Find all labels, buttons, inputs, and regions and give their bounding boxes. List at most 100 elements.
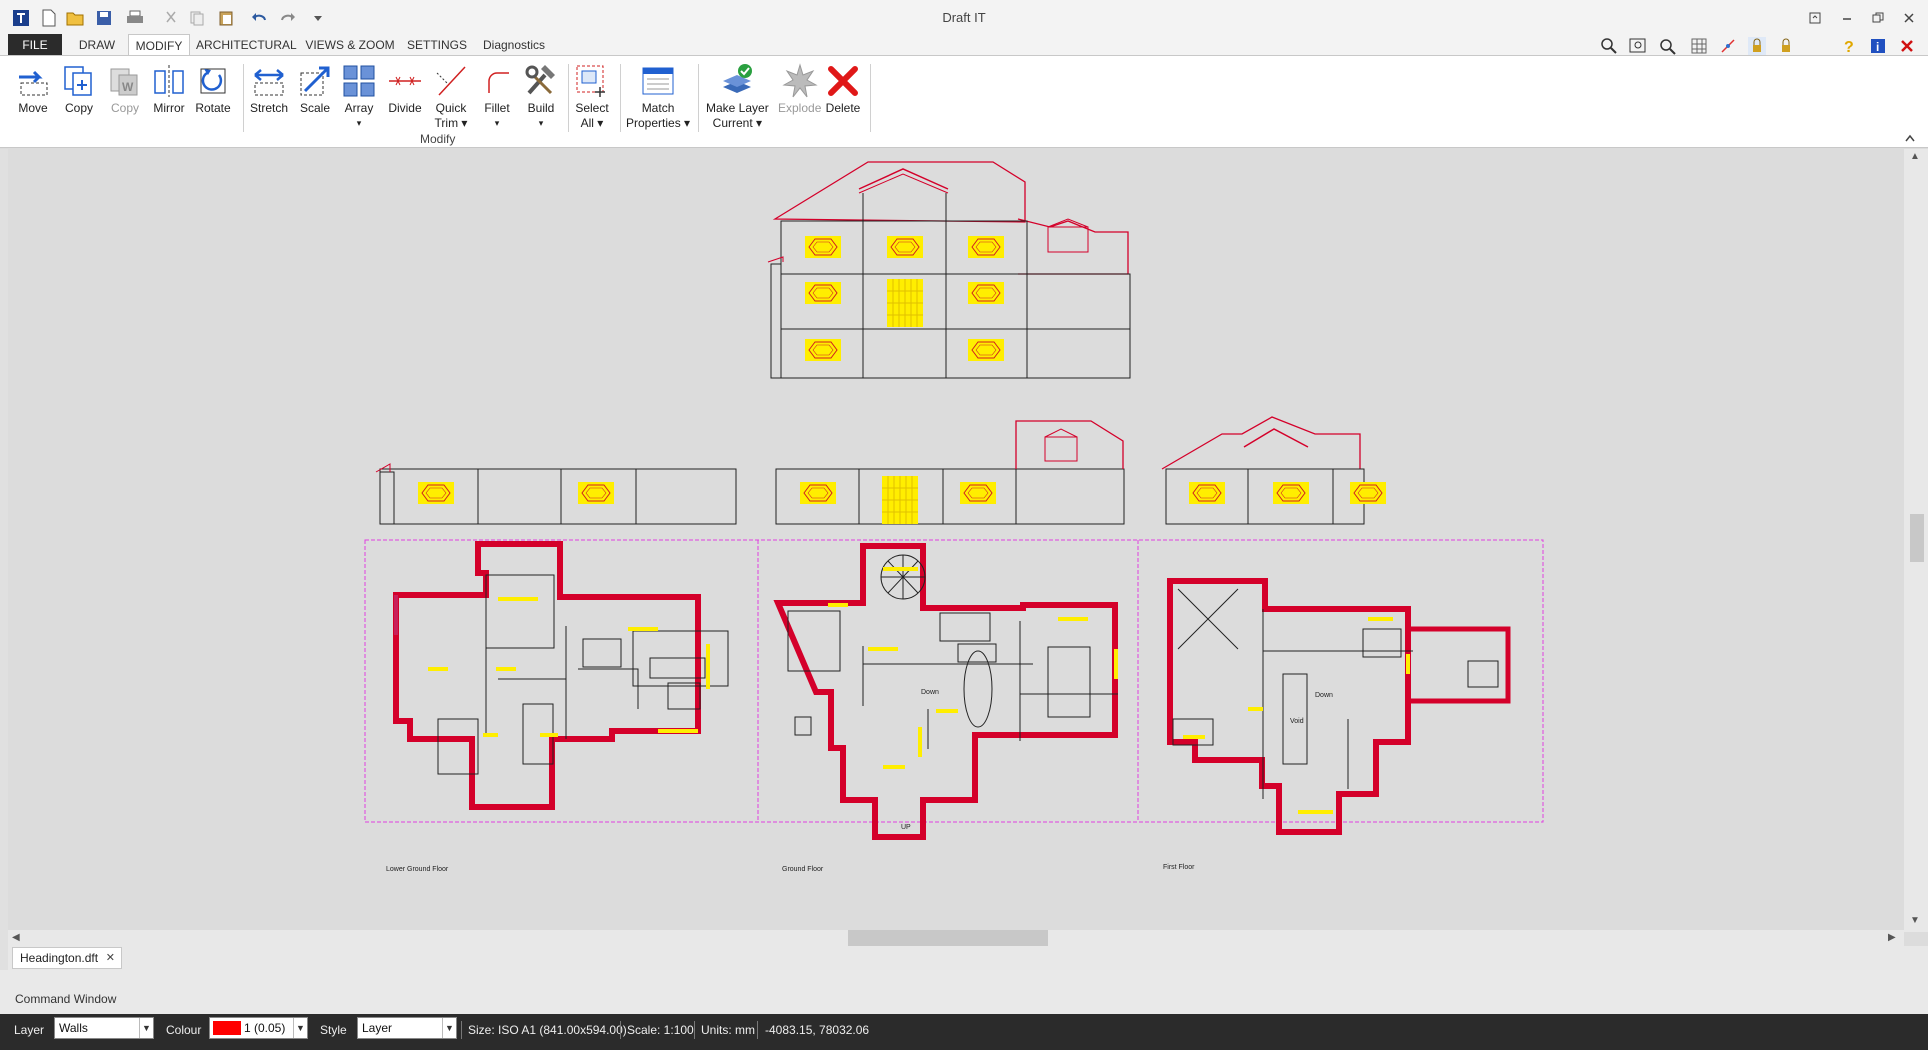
scroll-right-icon[interactable]: ▶ — [1888, 932, 1896, 943]
svg-text:Down: Down — [921, 689, 939, 696]
drawing-scale: Scale: 1:100 — [627, 1023, 694, 1037]
quick-trim-button[interactable]: Quick Trim ▾ — [432, 62, 470, 132]
title-bar: Draft IT — [0, 0, 1928, 36]
ribbon-separator — [243, 64, 244, 132]
elevation-rear — [1161, 416, 1387, 525]
vertical-scrollbar[interactable]: ▲ ▼ — [1904, 149, 1928, 932]
tab-draw[interactable]: DRAW — [68, 34, 126, 56]
lock-icon[interactable] — [1748, 37, 1766, 55]
tab-file[interactable]: FILE — [8, 34, 62, 56]
rotate-icon — [194, 62, 232, 100]
stretch-icon — [250, 62, 288, 100]
scroll-up-icon[interactable]: ▲ — [1910, 151, 1920, 162]
mirror-button[interactable]: Mirror — [150, 62, 188, 132]
make-layer-current-icon — [718, 62, 756, 100]
status-separator — [757, 1021, 758, 1039]
zoom-previous-icon[interactable] — [1658, 37, 1676, 55]
document-tab[interactable]: Headington.dft ✕ — [12, 947, 122, 969]
rotate-button[interactable]: Rotate — [194, 62, 232, 132]
move-button[interactable]: Move — [14, 62, 52, 132]
svg-text:First Floor: First Floor — [1163, 864, 1195, 871]
copy-to-word-button[interactable]: W Copy — [106, 62, 144, 132]
move-icon — [14, 62, 52, 100]
horizontal-scroll-thumb[interactable] — [848, 930, 1048, 946]
document-tab-title: Headington.dft — [20, 951, 99, 965]
lock-alt-icon[interactable] — [1777, 37, 1795, 55]
scroll-left-icon[interactable]: ◀ — [12, 932, 20, 943]
ribbon-display-icon[interactable] — [1800, 6, 1830, 30]
colour-dropdown[interactable]: 1 (0.05) ▼ — [209, 1017, 308, 1039]
restore-button[interactable] — [1863, 6, 1893, 30]
close-button[interactable] — [1894, 6, 1924, 30]
colour-label: Colour — [166, 1023, 202, 1037]
svg-text:Lower Ground Floor: Lower Ground Floor — [386, 866, 449, 873]
tab-settings[interactable]: SETTINGS — [404, 34, 470, 56]
plan-lower-ground: Lower Ground Floor — [386, 541, 729, 873]
scale-icon — [296, 62, 334, 100]
cursor-coordinates: -4083.15, 78032.06 — [765, 1023, 870, 1037]
select-all-icon — [573, 62, 611, 100]
svg-text:Ground Floor: Ground Floor — [782, 866, 824, 873]
array-button[interactable]: Array ▾ — [340, 62, 378, 132]
elevation-side-left — [375, 463, 737, 525]
document-tab-bar: Headington.dft ✕ — [8, 946, 1928, 970]
zoom-window-icon[interactable] — [1600, 37, 1618, 55]
ribbon-separator — [620, 64, 621, 132]
svg-text:?: ? — [1844, 39, 1854, 55]
svg-text:i: i — [1876, 40, 1879, 54]
fillet-button[interactable]: Fillet ▾ — [478, 62, 516, 132]
mirror-icon — [150, 62, 188, 100]
scroll-down-icon[interactable]: ▼ — [1910, 915, 1920, 926]
window-title: Draft IT — [942, 10, 986, 25]
match-properties-icon — [639, 62, 677, 100]
grid-icon[interactable] — [1690, 37, 1708, 55]
explode-button[interactable]: Explode — [778, 62, 821, 132]
tab-views-zoom[interactable]: VIEWS & ZOOM — [304, 34, 396, 56]
make-layer-current-button[interactable]: Make Layer Current ▾ — [706, 62, 769, 132]
zoom-extents-icon[interactable] — [1629, 37, 1647, 55]
delete-icon — [824, 62, 862, 100]
collapse-ribbon-icon[interactable] — [1904, 132, 1916, 146]
build-button[interactable]: Build ▾ — [522, 62, 560, 132]
style-dropdown[interactable]: Layer ▼ — [357, 1017, 457, 1039]
scale-button[interactable]: Scale — [296, 62, 334, 132]
colour-swatch — [213, 1021, 241, 1035]
status-separator — [461, 1021, 462, 1039]
command-window[interactable]: Command Window — [0, 970, 1928, 1014]
sheet-size: Size: ISO A1 (841.00x594.00) — [468, 1023, 627, 1037]
copy-icon — [60, 62, 98, 100]
build-tools-icon — [522, 62, 560, 100]
drawing-canvas[interactable]: Lower Ground Floor Ground Floor Down UP … — [8, 149, 1904, 932]
exit-icon[interactable] — [1898, 37, 1916, 55]
select-all-button[interactable]: Select All ▾ — [573, 62, 611, 132]
minimize-button[interactable] — [1832, 6, 1862, 30]
divide-button[interactable]: Divide — [386, 62, 424, 132]
command-window-label: Command Window — [15, 992, 117, 1006]
copy-button[interactable]: Copy — [60, 62, 98, 132]
tab-diagnostics[interactable]: Diagnostics — [478, 34, 550, 56]
chevron-down-icon: ▼ — [293, 1018, 307, 1038]
svg-text:Void: Void — [1290, 718, 1304, 725]
explode-icon — [781, 62, 819, 100]
plan-first: First Floor Down Void — [1163, 578, 1511, 871]
snap-icon[interactable] — [1719, 37, 1737, 55]
tab-modify[interactable]: MODIFY — [128, 34, 190, 56]
ribbon-tab-bar: FILE DRAW MODIFY ARCHITECTURAL VIEWS & Z… — [0, 34, 1928, 56]
array-icon — [340, 62, 378, 100]
drawing-units: Units: mm — [701, 1023, 755, 1037]
ribbon-modify-panel: Move Copy W Copy Mirror Rotate Stretch S… — [0, 55, 1928, 148]
layer-label: Layer — [14, 1023, 45, 1037]
status-separator — [620, 1021, 621, 1039]
drawing-svg: Lower Ground Floor Ground Floor Down UP … — [364, 161, 1544, 873]
plan-ground: Ground Floor Down UP — [773, 543, 1118, 873]
delete-button[interactable]: Delete — [824, 62, 862, 132]
help-icon[interactable]: ? — [1840, 37, 1858, 56]
vertical-scroll-thumb[interactable] — [1910, 514, 1924, 562]
layer-dropdown[interactable]: Walls ▼ — [54, 1017, 154, 1039]
tab-architectural[interactable]: ARCHITECTURAL — [196, 34, 297, 56]
stretch-button[interactable]: Stretch — [250, 62, 288, 132]
match-properties-button[interactable]: Match Properties ▾ — [626, 62, 690, 132]
info-icon[interactable]: i — [1869, 37, 1887, 55]
close-tab-icon[interactable]: ✕ — [106, 948, 115, 968]
status-separator — [694, 1021, 695, 1039]
